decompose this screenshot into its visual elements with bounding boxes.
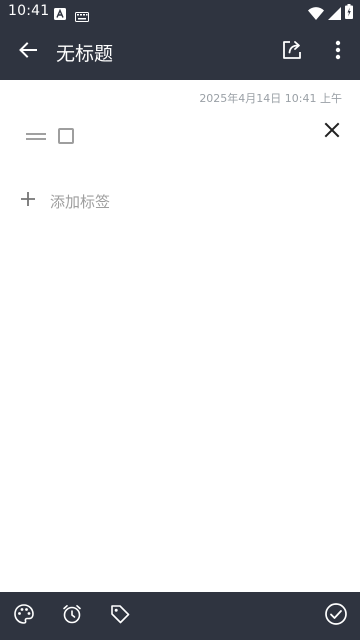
palette-icon xyxy=(13,603,35,629)
tag-icon xyxy=(109,603,131,629)
close-icon xyxy=(324,122,340,142)
page-title: 无标题 xyxy=(56,43,114,65)
reminder-button[interactable] xyxy=(58,602,86,630)
done-button[interactable] xyxy=(322,602,350,630)
checklist-item-text[interactable] xyxy=(86,128,306,148)
wifi-icon xyxy=(308,5,324,24)
app-bar: 无标题 xyxy=(0,24,360,80)
bottom-toolbar xyxy=(0,592,360,640)
checklist-checkbox[interactable] xyxy=(58,128,74,144)
note-editor-screen: 10:41 无标题 2025年4月14日 10:41 上午 添加标签 xyxy=(0,0,360,640)
share-button[interactable] xyxy=(272,32,312,72)
status-bar: 10:41 xyxy=(0,0,360,24)
more-options-button[interactable] xyxy=(318,32,358,72)
battery-icon xyxy=(345,4,353,23)
add-tag-button[interactable]: 添加标签 xyxy=(20,188,110,214)
plus-icon xyxy=(20,191,36,211)
arrow-back-icon xyxy=(18,40,38,64)
delete-item-button[interactable] xyxy=(318,118,346,146)
color-button[interactable] xyxy=(10,602,38,630)
more-vert-icon xyxy=(335,40,341,64)
note-timestamp: 2025年4月14日 10:41 上午 xyxy=(199,92,342,105)
drag-handle-icon[interactable] xyxy=(26,131,46,143)
status-time: 10:41 xyxy=(8,3,50,19)
share-icon xyxy=(281,39,303,65)
notification-a-icon xyxy=(54,5,66,24)
check-circle-icon xyxy=(324,602,348,630)
tag-button[interactable] xyxy=(106,602,134,630)
add-tag-label: 添加标签 xyxy=(50,192,111,211)
signal-icon xyxy=(328,5,341,24)
alarm-icon xyxy=(61,603,83,629)
back-button[interactable] xyxy=(8,32,48,72)
